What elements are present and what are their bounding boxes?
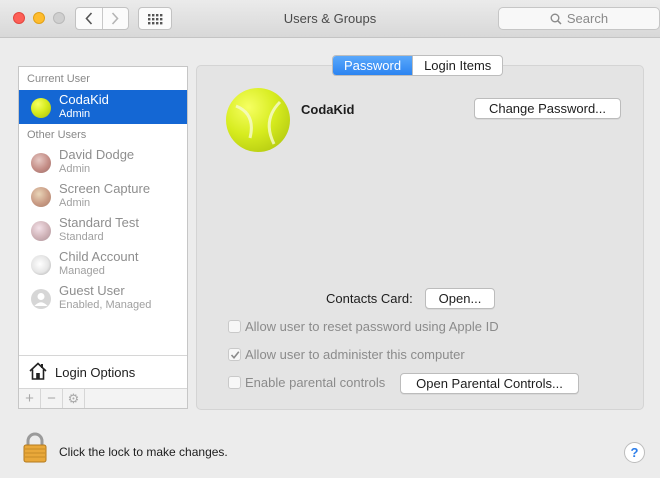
tab-bar: Password Login Items bbox=[332, 55, 504, 76]
avatar bbox=[31, 187, 51, 207]
users-sidebar: Current User CodaKid Admin Other Users D… bbox=[18, 66, 188, 409]
sidebar-item-guest-user[interactable]: Guest User Enabled, Managed bbox=[19, 281, 187, 315]
lock-icon bbox=[23, 432, 47, 463]
tab-password[interactable]: Password bbox=[333, 56, 413, 75]
contacts-card-label: Contacts Card: bbox=[326, 291, 413, 306]
house-icon bbox=[29, 362, 47, 380]
lock-message: Click the lock to make changes. bbox=[59, 445, 228, 459]
user-name: Guest User bbox=[59, 283, 125, 298]
reset-password-checkbox[interactable] bbox=[228, 320, 241, 333]
administer-label: Allow user to administer this computer bbox=[245, 347, 465, 362]
user-name: David Dodge bbox=[59, 147, 135, 162]
avatar bbox=[31, 98, 51, 118]
parental-controls-label: Enable parental controls bbox=[245, 375, 386, 390]
reset-password-label: Allow user to reset password using Apple… bbox=[245, 319, 499, 334]
user-picture[interactable] bbox=[226, 88, 290, 152]
help-button[interactable]: ? bbox=[624, 442, 645, 463]
tab-login-items[interactable]: Login Items bbox=[412, 56, 502, 75]
login-options-label: Login Options bbox=[55, 365, 136, 380]
parental-controls-checkbox[interactable] bbox=[228, 376, 241, 389]
avatar bbox=[31, 221, 51, 241]
title-bar: Users & Groups Search bbox=[0, 0, 660, 38]
user-name: Standard Test bbox=[59, 215, 139, 230]
user-name: CodaKid bbox=[59, 92, 109, 107]
user-name: Screen Capture bbox=[59, 181, 151, 196]
other-users-header: Other Users bbox=[27, 129, 87, 141]
search-field[interactable]: Search bbox=[498, 7, 660, 30]
add-user-button[interactable]: + bbox=[19, 389, 41, 408]
checkmark-icon bbox=[230, 350, 239, 359]
sidebar-item-screen-capture[interactable]: Screen Capture Admin bbox=[19, 179, 187, 213]
lock-button[interactable] bbox=[22, 432, 48, 469]
user-full-name: CodaKid bbox=[301, 102, 355, 117]
avatar bbox=[31, 255, 51, 275]
search-icon bbox=[550, 13, 562, 25]
sidebar-item-codakid[interactable]: CodaKid Admin bbox=[19, 90, 187, 124]
user-role: Standard bbox=[59, 231, 104, 243]
tennis-ball-icon bbox=[235, 100, 282, 145]
open-parental-controls-button[interactable]: Open Parental Controls... bbox=[400, 373, 579, 394]
user-role: Enabled, Managed bbox=[59, 299, 152, 311]
sidebar-item-david-dodge[interactable]: David Dodge Admin bbox=[19, 145, 187, 179]
sidebar-item-standard-test[interactable]: Standard Test Standard bbox=[19, 213, 187, 247]
user-role: Managed bbox=[59, 265, 105, 277]
search-placeholder: Search bbox=[566, 11, 609, 26]
avatar bbox=[31, 153, 51, 173]
user-role: Admin bbox=[59, 108, 91, 120]
user-role: Admin bbox=[59, 197, 91, 209]
gear-icon[interactable]: ⚙ bbox=[63, 389, 85, 408]
user-name: Child Account bbox=[59, 249, 139, 264]
user-role: Admin bbox=[59, 163, 91, 175]
login-options-item[interactable]: Login Options bbox=[19, 356, 187, 388]
administer-checkbox[interactable] bbox=[228, 348, 241, 361]
sidebar-item-child-account[interactable]: Child Account Managed bbox=[19, 247, 187, 281]
remove-user-button[interactable]: − bbox=[41, 389, 63, 408]
guest-avatar-icon bbox=[31, 289, 51, 309]
contacts-open-button[interactable]: Open... bbox=[425, 288, 495, 309]
change-password-button[interactable]: Change Password... bbox=[474, 98, 621, 119]
sidebar-toolbar: + − ⚙ bbox=[19, 388, 187, 408]
current-user-header: Current User bbox=[27, 73, 90, 85]
